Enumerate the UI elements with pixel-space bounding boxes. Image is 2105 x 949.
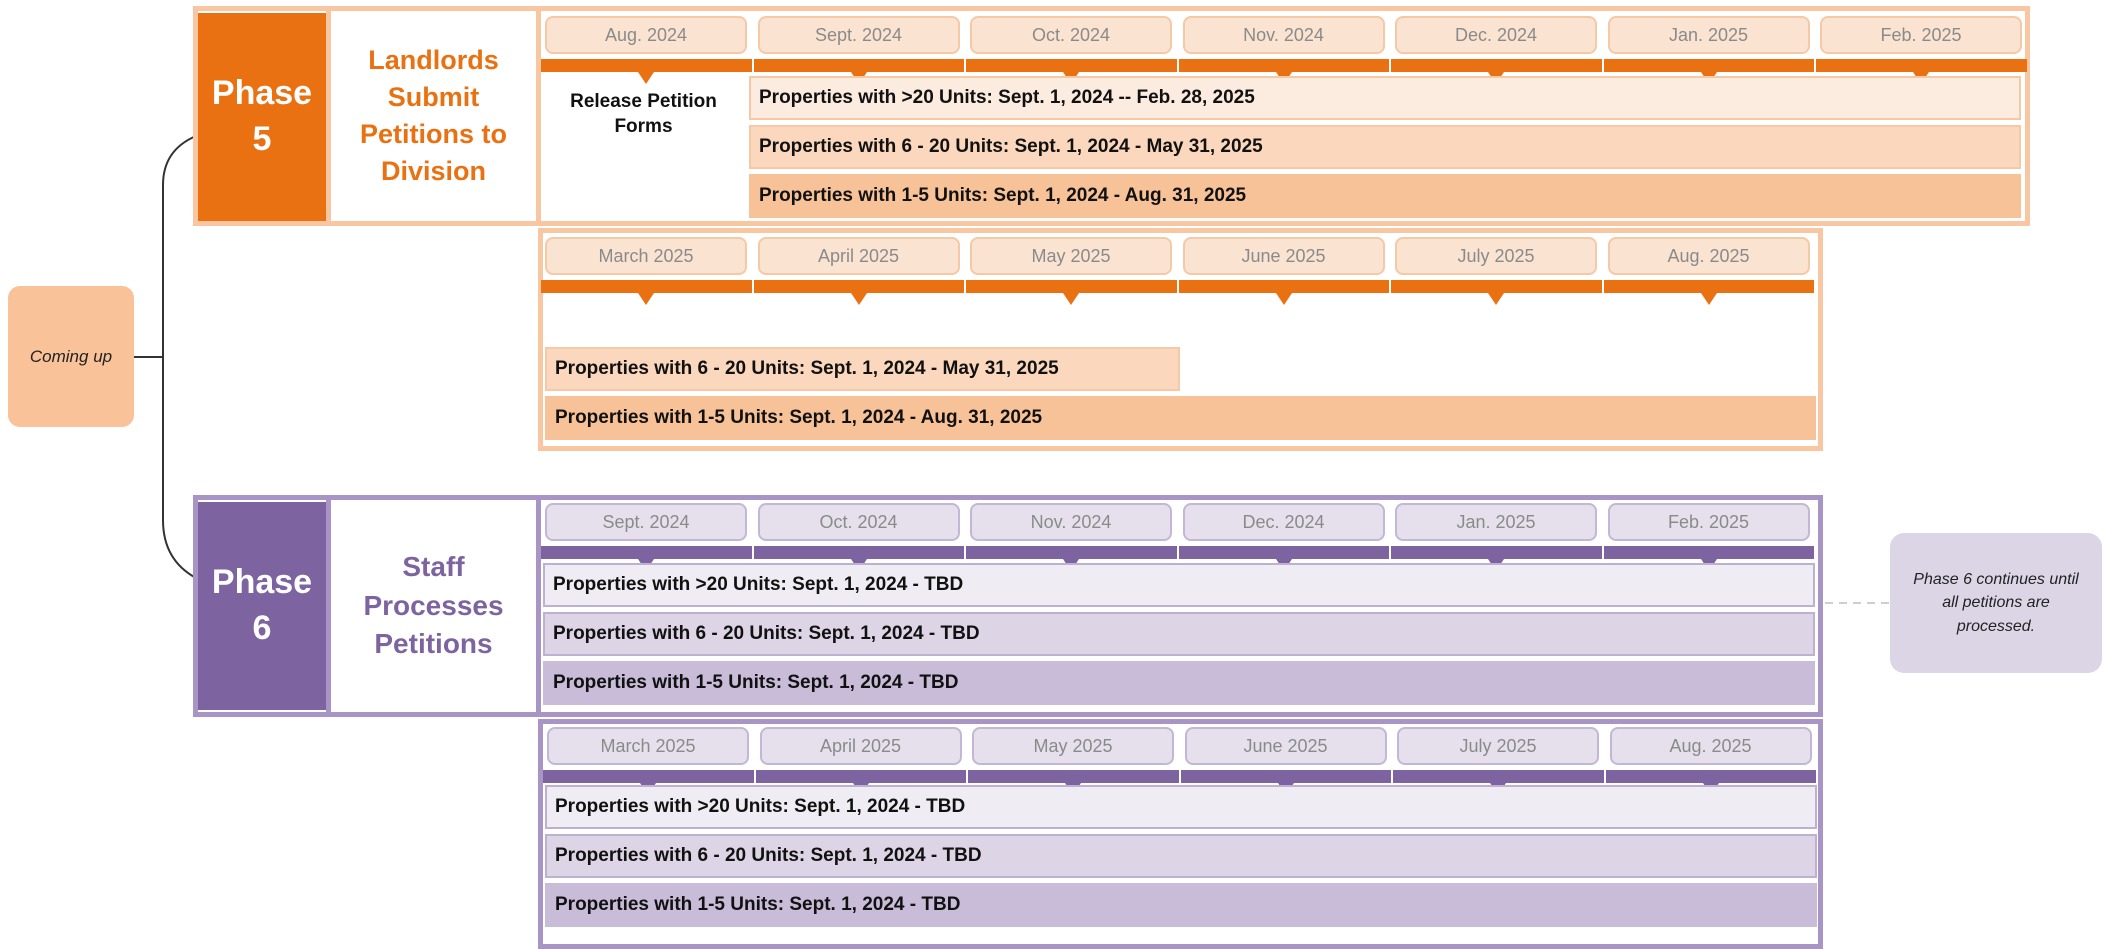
month-label: Feb. 2025 [1820, 16, 2022, 54]
month-label: April 2025 [759, 727, 962, 765]
month-bar [755, 770, 966, 783]
month-bar [966, 546, 1177, 559]
timeline-bar: Properties with 1-5 Units: Sept. 1, 2024… [749, 174, 2021, 218]
month-bar [966, 59, 1177, 72]
timeline-bar: Properties with 6 - 20 Units: Sept. 1, 2… [545, 347, 1180, 391]
month-label: Nov. 2024 [970, 503, 1172, 541]
month-label: March 2025 [547, 727, 749, 765]
month-bar [1178, 280, 1389, 293]
month-bar [1393, 770, 1604, 783]
timeline-bar: Properties with >20 Units: Sept. 1, 2024… [749, 76, 2021, 120]
month-bar [1391, 59, 1602, 72]
month-bar [1391, 280, 1602, 293]
month-label: Dec. 2024 [1182, 503, 1385, 541]
timeline-bar: Properties with 1-5 Units: Sept. 1, 2024… [545, 396, 1816, 440]
month-label: Oct. 2024 [970, 16, 1172, 54]
month-tick [1700, 293, 1717, 305]
month-bar [1391, 546, 1602, 559]
timeline-bar: Properties with 6 - 20 Units: Sept. 1, 2… [543, 612, 1815, 656]
month-bar [753, 280, 964, 293]
month-tick [638, 293, 654, 305]
month-label: July 2025 [1397, 727, 1599, 765]
month-label: March 2025 [545, 237, 747, 275]
phase5-label: Phase 5 [198, 13, 326, 221]
month-label: Sept. 2024 [545, 503, 747, 541]
month-label: June 2025 [1182, 237, 1385, 275]
month-bar [1816, 59, 2027, 72]
month-label: April 2025 [757, 237, 960, 275]
month-label: Jan. 2025 [1607, 16, 1810, 54]
month-tick [1275, 293, 1292, 305]
timeline-bar: Properties with 6 - 20 Units: Sept. 1, 2… [749, 125, 2021, 169]
month-tick [1488, 293, 1504, 305]
month-label: Sept. 2024 [757, 16, 960, 54]
connector-to-phase5 [162, 135, 197, 579]
month-tick [1063, 293, 1079, 305]
month-bar [1178, 546, 1389, 559]
coming-up-label: Coming up [8, 286, 134, 427]
month-tick [850, 293, 867, 305]
month-bar [1603, 546, 1814, 559]
month-tick [638, 72, 654, 84]
timeline-bar: Properties with 1-5 Units: Sept. 1, 2024… [545, 883, 1817, 927]
month-bar [543, 770, 754, 783]
timeline-bar: Properties with >20 Units: Sept. 1, 2024… [543, 563, 1815, 607]
month-bar [541, 280, 752, 293]
month-label: Oct. 2024 [757, 503, 960, 541]
release-petition-forms: Release Petition Forms [570, 91, 717, 137]
month-bar [1603, 280, 1814, 293]
month-bar [1180, 770, 1391, 783]
month-bar [1605, 770, 1816, 783]
phase6-note: Phase 6 continues until all petitions ar… [1890, 533, 2102, 673]
month-label: June 2025 [1184, 727, 1387, 765]
month-bar [1603, 59, 1814, 72]
month-label: Aug. 2024 [545, 16, 747, 54]
month-label: Feb. 2025 [1607, 503, 1810, 541]
month-bar [966, 280, 1177, 293]
phase6-description: Staff Processes Petitions [326, 500, 541, 712]
timeline-bar: Properties with >20 Units: Sept. 1, 2024… [545, 785, 1817, 829]
timeline-bar: Properties with 1-5 Units: Sept. 1, 2024… [543, 661, 1815, 705]
month-label: Dec. 2024 [1395, 16, 1597, 54]
month-bar [753, 59, 964, 72]
month-bar [968, 770, 1179, 783]
month-label: Aug. 2025 [1607, 237, 1810, 275]
phase5-description: Landlords Submit Petitions to Division [326, 11, 541, 221]
month-bar [541, 59, 752, 72]
month-label: Aug. 2025 [1609, 727, 1812, 765]
month-bar [1178, 59, 1389, 72]
timeline-bar: Properties with 6 - 20 Units: Sept. 1, 2… [545, 834, 1817, 878]
month-label: July 2025 [1395, 237, 1597, 275]
month-label: May 2025 [972, 727, 1174, 765]
month-label: May 2025 [970, 237, 1172, 275]
month-bar [541, 546, 752, 559]
month-label: Jan. 2025 [1395, 503, 1597, 541]
month-bar [753, 546, 964, 559]
phase6-label: Phase 6 [198, 502, 326, 710]
month-label: Nov. 2024 [1182, 16, 1385, 54]
